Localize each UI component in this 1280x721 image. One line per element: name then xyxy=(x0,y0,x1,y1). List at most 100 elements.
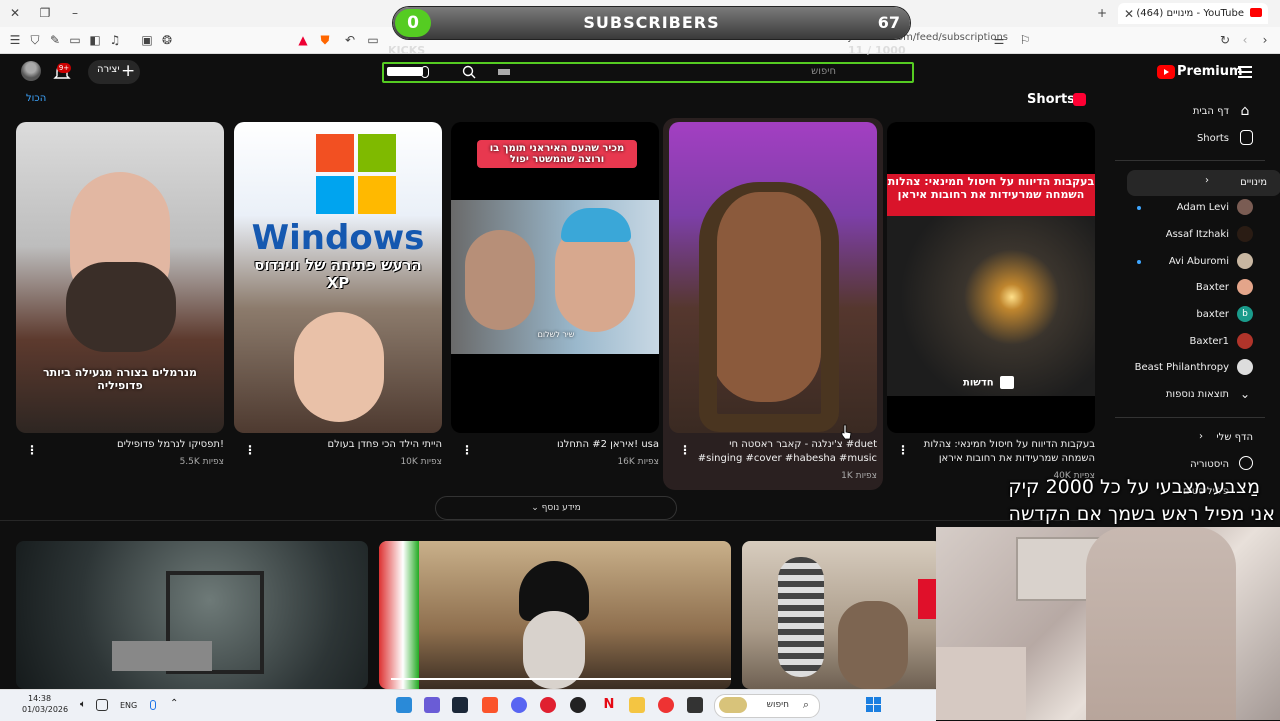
close-tab-icon[interactable]: ✕ xyxy=(1122,7,1136,21)
more-actions-icon[interactable]: ⋮ xyxy=(679,443,691,457)
sidebar-item-subscriptions[interactable]: מינויים › xyxy=(1127,170,1280,196)
new-content-dot xyxy=(1137,206,1141,210)
microphone-status-icon[interactable] xyxy=(150,700,156,710)
more-actions-icon[interactable]: ⋮ xyxy=(244,443,256,457)
reload-icon[interactable]: ↶ xyxy=(343,33,357,47)
notifications-badge: 9+ xyxy=(57,63,71,73)
show-more-button[interactable]: ⌄ מידע נוסף xyxy=(435,496,677,520)
channel-item[interactable]: Baxter1 xyxy=(1115,330,1265,354)
keyboard-icon[interactable] xyxy=(498,69,510,75)
more-actions-icon[interactable]: ⋮ xyxy=(461,443,473,457)
thumbnail-table xyxy=(112,641,212,671)
cast-icon[interactable]: ▭ xyxy=(366,33,380,47)
more-actions-icon[interactable]: ⋮ xyxy=(897,443,909,457)
short-title[interactable]: הייתי הילד הכי פחדן בעולם xyxy=(248,438,442,452)
create-label: יצירה xyxy=(97,64,120,75)
short-card[interactable] xyxy=(669,122,877,433)
discord-icon[interactable] xyxy=(511,697,527,713)
extension-icon[interactable]: ❂ xyxy=(160,33,174,47)
sidebar-item-home[interactable]: דף הבית ⌂ xyxy=(1115,100,1265,124)
logo-text: Premium xyxy=(1177,64,1243,79)
youtube-premium-logo[interactable]: Premium xyxy=(1157,64,1243,82)
forward-icon[interactable]: › xyxy=(1258,33,1272,47)
short-card[interactable]: בעקבות הדיווח על חיסול חמינאי: צהלות השמ… xyxy=(887,122,1095,433)
news-badge: חדשות xyxy=(963,376,1015,389)
create-button[interactable]: יצירה + xyxy=(88,60,140,84)
restore-window-icon[interactable]: ❐ xyxy=(38,6,52,20)
taskbar-search[interactable]: חיפוש ⌕ xyxy=(714,694,820,718)
netflix-icon[interactable]: N xyxy=(601,697,617,713)
sidebar-item-label: הדף שלי xyxy=(1216,432,1253,443)
windows-start-icon[interactable] xyxy=(866,697,882,713)
short-card[interactable]: מכיר שהעם האיראני תומך בו ורוצה שהמשטר י… xyxy=(451,122,659,433)
windows-logo-icon xyxy=(316,134,396,214)
music-icon[interactable]: ♫ xyxy=(108,33,122,47)
tabs-icon[interactable]: ▭ xyxy=(68,33,82,47)
app-icon[interactable] xyxy=(658,697,674,713)
avatar[interactable] xyxy=(21,61,41,81)
sidebar-icon[interactable]: ◧ xyxy=(88,33,102,47)
guide-menu-icon[interactable] xyxy=(1238,66,1252,78)
thumbnail-person xyxy=(838,601,908,689)
short-title[interactable]: תפסיקו לנרמל פדופילים! xyxy=(30,438,224,452)
app-icon[interactable] xyxy=(396,697,412,713)
refresh-icon[interactable]: ↻ xyxy=(1218,33,1232,47)
network-icon[interactable] xyxy=(96,699,108,711)
puzzle-icon[interactable]: ✎ xyxy=(48,33,62,47)
steam-icon[interactable] xyxy=(452,697,468,713)
new-tab-icon[interactable]: + xyxy=(1095,6,1109,20)
short-title[interactable]: איראן #2 התחלנו! usa xyxy=(465,438,659,452)
search-icon[interactable] xyxy=(462,65,476,79)
kicks-count: 11 / 1000 xyxy=(848,44,906,57)
brave-shield-icon[interactable]: ⛊ xyxy=(318,33,332,47)
channel-avatar xyxy=(1237,226,1253,242)
search-input[interactable]: חיפוש xyxy=(382,62,914,83)
sidebar-item-you[interactable]: הדף שלי › xyxy=(1115,426,1265,450)
terminal-icon[interactable] xyxy=(687,697,703,713)
view-all-link[interactable]: הכול xyxy=(26,93,46,104)
short-title[interactable]: בעקבות הדיווח על חיסול חמינאי: צהלות השמ… xyxy=(901,438,1095,466)
video-thumbnail[interactable] xyxy=(379,541,731,689)
channel-item[interactable]: Beast Philanthropy xyxy=(1115,356,1265,380)
short-card[interactable]: Windows הרעש פתיחה של ווינדוס XP xyxy=(234,122,442,433)
sidebar-item-label: דף הבית xyxy=(1192,106,1229,117)
file-explorer-icon[interactable] xyxy=(629,697,645,713)
subscribers-goal: 67 xyxy=(877,13,900,32)
channel-avatar: b xyxy=(1237,306,1253,322)
channel-item[interactable]: Assaf Itzhaki xyxy=(1115,223,1265,247)
webcam-bed xyxy=(936,647,1026,720)
channel-item[interactable]: Baxter xyxy=(1115,276,1265,300)
more-actions-icon[interactable]: ⋮ xyxy=(26,443,38,457)
short-title[interactable]: צ'ינלגה - קאבר ראסטה חי #duet #singing #… xyxy=(683,438,877,466)
shield-icon[interactable]: ⛉ xyxy=(28,33,42,47)
close-window-icon[interactable]: ✕ xyxy=(8,6,22,20)
show-more-channels[interactable]: תוצאות נוספות ⌄ xyxy=(1115,383,1265,407)
channel-item[interactable]: Avi Aburomi xyxy=(1115,250,1265,274)
browser-tab[interactable]: ✕ (464) מינויים - YouTube xyxy=(1118,3,1268,24)
channel-name: baxter xyxy=(1196,309,1229,320)
channel-item[interactable]: Adam Levi xyxy=(1115,196,1265,220)
brave-icon[interactable] xyxy=(482,697,498,713)
chevron-up-icon[interactable]: ⌃ xyxy=(170,698,178,709)
app-icon[interactable] xyxy=(424,697,440,713)
bookmark-icon[interactable]: ⚐ xyxy=(1018,33,1032,47)
screenshot-icon[interactable]: ▣ xyxy=(140,33,154,47)
sidebar-item-shorts[interactable]: Shorts xyxy=(1115,127,1265,151)
microphone-icon[interactable] xyxy=(421,66,429,78)
thumbnail-person xyxy=(294,312,384,422)
warning-icon[interactable]: ▲ xyxy=(296,33,310,47)
chatgpt-icon[interactable] xyxy=(570,697,586,713)
video-thumbnail[interactable] xyxy=(742,541,942,689)
menu-icon[interactable]: ☰ xyxy=(8,33,22,47)
video-thumbnail[interactable] xyxy=(16,541,368,689)
channel-name: Beast Philanthropy xyxy=(1134,362,1229,373)
media-player-icon[interactable] xyxy=(540,697,556,713)
overlay-text-line1: מַצבע מצבעי על כל 2000 קיק xyxy=(1008,476,1260,498)
volume-icon[interactable]: 🔈︎ xyxy=(80,699,86,710)
channel-item[interactable]: baxter b xyxy=(1115,303,1265,327)
minimize-window-icon[interactable]: – xyxy=(68,6,82,20)
short-card[interactable]: מנרמלים בצורה מגעילה ביותר פדופיליה xyxy=(16,122,224,433)
tune-icon[interactable]: ⚌ xyxy=(992,33,1006,47)
back-icon[interactable]: ‹ xyxy=(1238,33,1252,47)
language-indicator[interactable]: ENG xyxy=(120,701,137,710)
